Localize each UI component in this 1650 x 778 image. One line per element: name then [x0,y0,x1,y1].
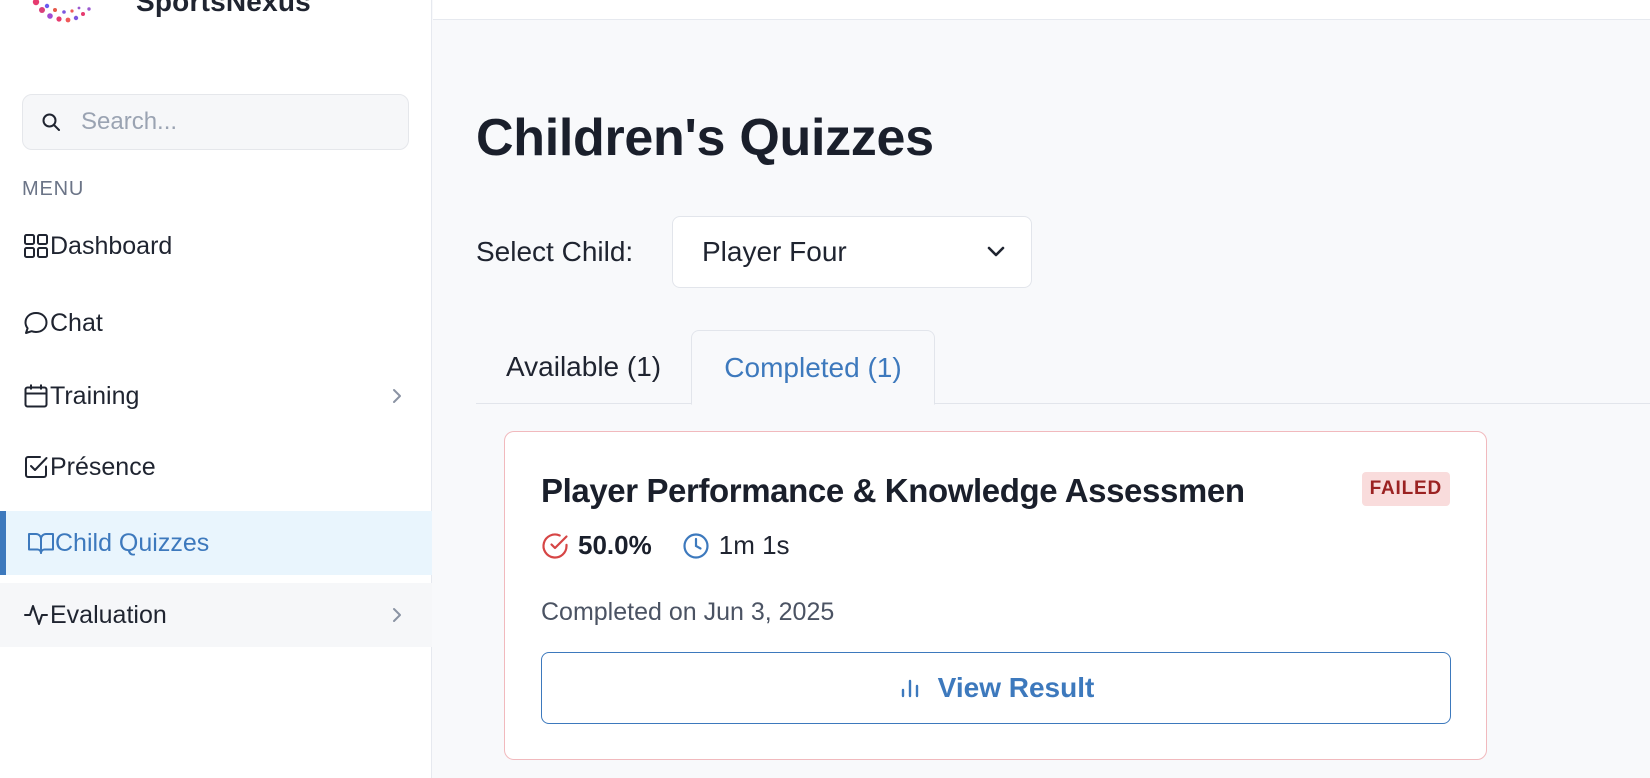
sidebar-item-label: Dashboard [50,231,173,260]
completed-date: Completed on Jun 3, 2025 [541,598,835,626]
logo-icon [32,0,91,23]
sidebar-item-label: Evaluation [50,600,167,629]
bar-chart-icon [898,676,922,700]
status-badge: FAILED [1361,472,1450,506]
sidebar-item-dashboard[interactable]: Dashboard [0,214,432,278]
quiz-stats: 50.0% 1m 1s [541,530,790,561]
view-result-button[interactable]: View Result [541,652,1451,724]
sidebar-item-child-quizzes[interactable]: Child Quizzes [0,511,432,575]
search-box[interactable] [22,94,409,150]
brand-logo[interactable] [28,0,98,32]
quiz-title: Player Performance & Knowledge Assessmen [541,472,1245,509]
chevron-right-icon [388,387,406,405]
sidebar-item-label: Chat [50,308,103,337]
sidebar-item-label: Présence [50,452,156,481]
chevron-down-icon [985,241,1007,263]
calendar-icon [22,382,50,410]
sidebar-item-label: Training [50,381,140,410]
sidebar-item-label: Child Quizzes [55,528,210,557]
chat-bubble-icon [22,309,50,337]
check-circle-icon [541,532,569,560]
quiz-tabs: Available (1) Completed (1) [476,330,1650,405]
tab-available[interactable]: Available (1) [506,330,661,404]
quiz-duration: 1m 1s [718,530,790,560]
sidebar-item-training[interactable]: Training [0,364,432,428]
quiz-score: 50.0% [578,530,652,560]
sidebar-item-evaluation[interactable]: Evaluation [0,583,432,647]
search-icon [41,112,61,132]
sidebar-item-presence[interactable]: Présence [0,435,432,499]
checkbox-icon [22,453,50,481]
view-result-label: View Result [937,672,1095,703]
search-input[interactable] [81,108,381,136]
grid-icon [22,232,50,260]
top-bar [433,0,1650,20]
chevron-right-icon [388,606,406,624]
page-title: Children's Quizzes [476,109,934,167]
book-open-icon [27,529,55,557]
select-child-label: Select Child: [476,236,634,267]
child-select-value: Player Four [702,236,847,267]
brand-name: SportsNexus [136,0,311,17]
child-select[interactable]: Player Four [672,216,1032,288]
sidebar-item-chat[interactable]: Chat [0,291,432,355]
quiz-result-card: Player Performance & Knowledge Assessmen… [504,431,1487,760]
sidebar: SportsNexus MENU Dashboard Chat Training… [0,0,432,778]
menu-section-label: MENU [22,178,85,200]
activity-icon [22,601,50,629]
tab-completed[interactable]: Completed (1) [691,330,935,405]
clock-icon [682,532,710,560]
